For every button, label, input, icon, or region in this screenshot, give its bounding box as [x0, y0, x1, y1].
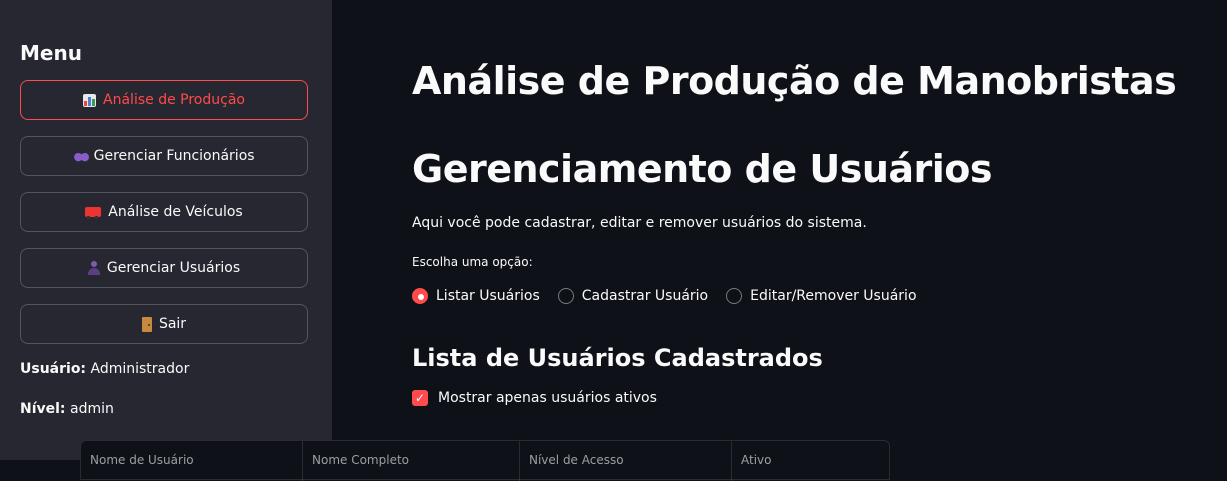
option-radio-group: Listar Usuários Cadastrar Usuário Editar… [412, 288, 1227, 304]
level-label: Nível: [20, 401, 66, 417]
analise-producao-label: Análise de Produção [103, 92, 245, 108]
bar-chart-icon [83, 93, 97, 107]
radio-cadastrar-label: Cadastrar Usuário [581, 288, 709, 304]
analise-veiculos-label: Análise de Veículos [108, 204, 243, 220]
radio-indicator[interactable] [557, 288, 574, 304]
level-value: admin [70, 401, 114, 417]
sidebar-title: Menu [20, 41, 82, 65]
radio-editar-remover-usuario[interactable]: Editar/Remover Usuário [726, 288, 917, 304]
radio-listar-label: Listar Usuários [436, 288, 540, 304]
checkbox-label: Mostrar apenas usuários ativos [438, 390, 657, 406]
active-only-checkbox[interactable]: ✓ Mostrar apenas usuários ativos [412, 390, 1227, 406]
column-header-full-name[interactable]: Nome Completo [303, 441, 520, 481]
user-info: Usuário: Administrador [20, 360, 312, 378]
section-heading: Gerenciamento de Usuários [412, 147, 993, 191]
user-label: Usuário: [20, 361, 87, 377]
app: Menu Análise de Produção ●● Gerenciar Fu… [0, 0, 1227, 481]
sidebar: Menu Análise de Produção ●● Gerenciar Fu… [0, 0, 332, 460]
check-icon[interactable]: ✓ [412, 390, 428, 406]
gerenciar-funcionarios-button[interactable]: ●● Gerenciar Funcionários [20, 136, 308, 176]
sair-label: Sair [158, 316, 187, 332]
level-info: Nível: admin [20, 400, 312, 418]
user-value: Administrador [90, 361, 190, 377]
page-title: Análise de Produção de Manobristas [412, 59, 1177, 103]
radio-indicator[interactable] [726, 288, 743, 304]
gerenciar-usuarios-label: Gerenciar Usuários [106, 260, 241, 276]
door-icon [141, 316, 152, 332]
analise-veiculos-button[interactable]: Análise de Veículos [20, 192, 308, 232]
users-table: Nome de Usuário Nome Completo Nível de A… [80, 440, 890, 481]
users-icon: ●● [73, 149, 89, 163]
radio-group-label: Escolha uma opção: [412, 255, 533, 269]
column-header-username[interactable]: Nome de Usuário [81, 441, 303, 481]
description: Aqui você pode cadastrar, editar e remov… [412, 215, 867, 231]
radio-listar-usuarios[interactable]: Listar Usuários [412, 288, 540, 304]
gerenciar-funcionarios-label: Gerenciar Funcionários [93, 148, 255, 164]
gerenciar-usuarios-button[interactable]: Gerenciar Usuários [20, 248, 308, 288]
list-section-title: Lista de Usuários Cadastrados [412, 344, 823, 372]
radio-cadastrar-usuario[interactable]: Cadastrar Usuário [557, 288, 709, 304]
sair-button[interactable]: Sair [20, 304, 308, 344]
column-header-access-level[interactable]: Nível de Acesso [520, 441, 732, 481]
truck-icon [85, 207, 102, 219]
column-header-active[interactable]: Ativo [732, 441, 889, 481]
analise-producao-button[interactable]: Análise de Produção [20, 80, 308, 120]
main-content: Análise de Produção de Manobristas Geren… [332, 0, 1227, 460]
person-icon [87, 261, 100, 275]
radio-editar-label: Editar/Remover Usuário [750, 288, 917, 304]
radio-selected-indicator[interactable] [412, 288, 428, 304]
